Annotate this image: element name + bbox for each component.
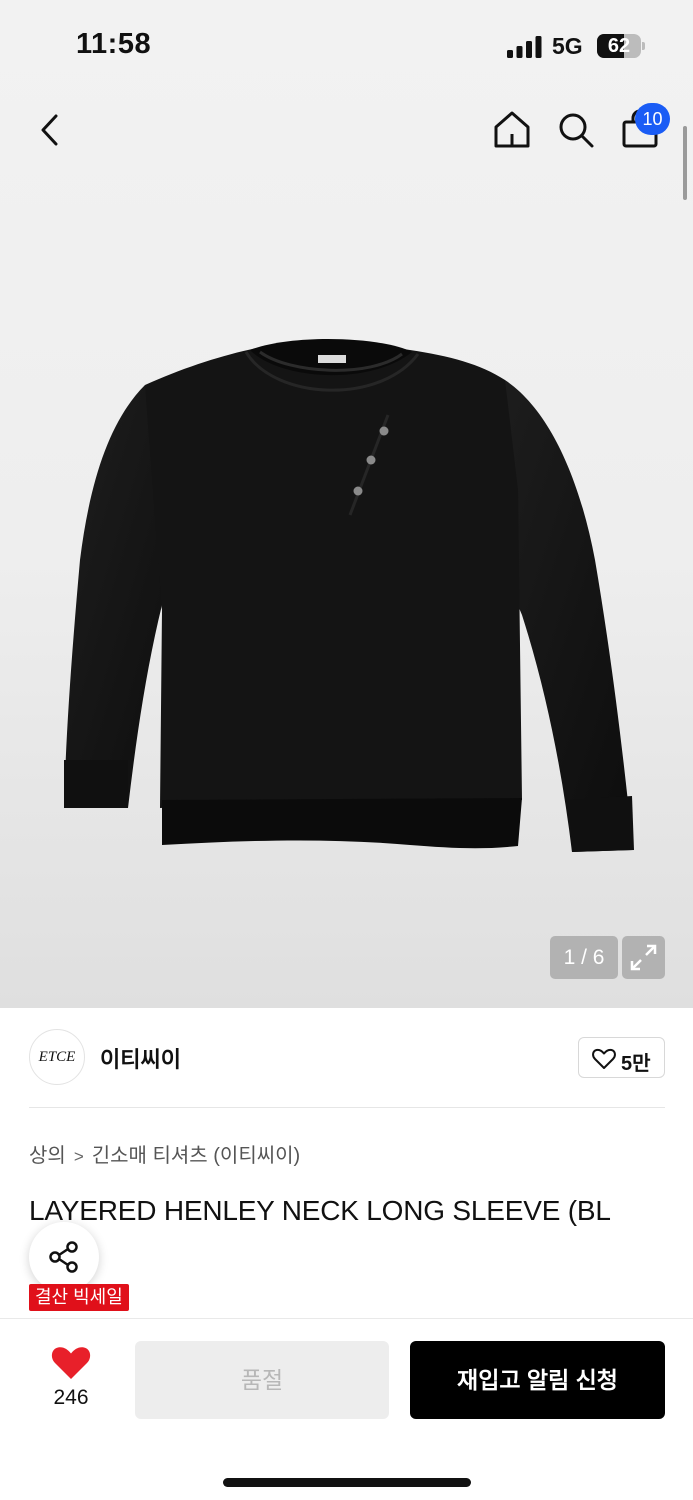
share-icon [49, 1241, 78, 1273]
home-indicator[interactable] [223, 1478, 471, 1487]
expand-button[interactable] [622, 936, 665, 979]
image-counter: 1 / 6 [550, 936, 618, 979]
expand-icon [630, 944, 657, 971]
status-time: 11:58 [76, 28, 152, 60]
heart-outline-icon [592, 1048, 616, 1069]
status-bar: 11:58 5G 62 [0, 0, 693, 90]
breadcrumb-category[interactable]: 상의 [29, 1145, 66, 1167]
sold-out-button: 품절 [135, 1341, 389, 1419]
bottom-action-bar: 246 품절 재입고 알림 신청 [0, 1318, 693, 1500]
product-image-gallery[interactable]: 11:58 5G 62 10 1 / 6 [0, 0, 693, 1008]
heart-filled-icon[interactable] [50, 1345, 92, 1381]
home-icon[interactable] [490, 108, 534, 152]
search-icon[interactable] [554, 108, 598, 152]
sale-badge: 결산 빅세일 [29, 1284, 129, 1311]
signal-icon [507, 36, 542, 58]
breadcrumb: 상의 > 긴소매 티셔츠 (이티씨이) [29, 1139, 300, 1168]
brand-logo[interactable]: ETCE [29, 1029, 85, 1085]
heart-count: 246 [53, 1386, 89, 1409]
brand-name[interactable]: 이티씨이 [100, 1042, 181, 1074]
share-button[interactable] [29, 1222, 99, 1292]
breadcrumb-subcategory[interactable]: 긴소매 티셔츠 (이티씨이) [92, 1145, 300, 1167]
battery-level: 62 [607, 35, 631, 57]
divider [29, 1107, 665, 1108]
brand-like-count: 5만 [621, 1053, 651, 1075]
cart-count-badge: 10 [635, 103, 670, 135]
network-type: 5G [552, 33, 583, 59]
brand-like-button[interactable]: 5만 [578, 1037, 665, 1078]
product-photo [64, 338, 634, 852]
product-title-text: LAYERED HENLEY NECK LONG SLEEVE (BL [29, 1195, 611, 1226]
brand-row: ETCE 이티씨이 5만 [0, 1008, 693, 1108]
battery-icon: 62 [597, 34, 645, 58]
chevron-right-icon: > [73, 1147, 84, 1166]
product-title: LAYERED HENLEY NECK LONG SLEEVE (BL ) [29, 1186, 669, 1286]
back-arrow-icon[interactable] [32, 110, 72, 150]
restock-alert-button[interactable]: 재입고 알림 신청 [410, 1341, 665, 1419]
scrollbar[interactable] [683, 126, 687, 200]
